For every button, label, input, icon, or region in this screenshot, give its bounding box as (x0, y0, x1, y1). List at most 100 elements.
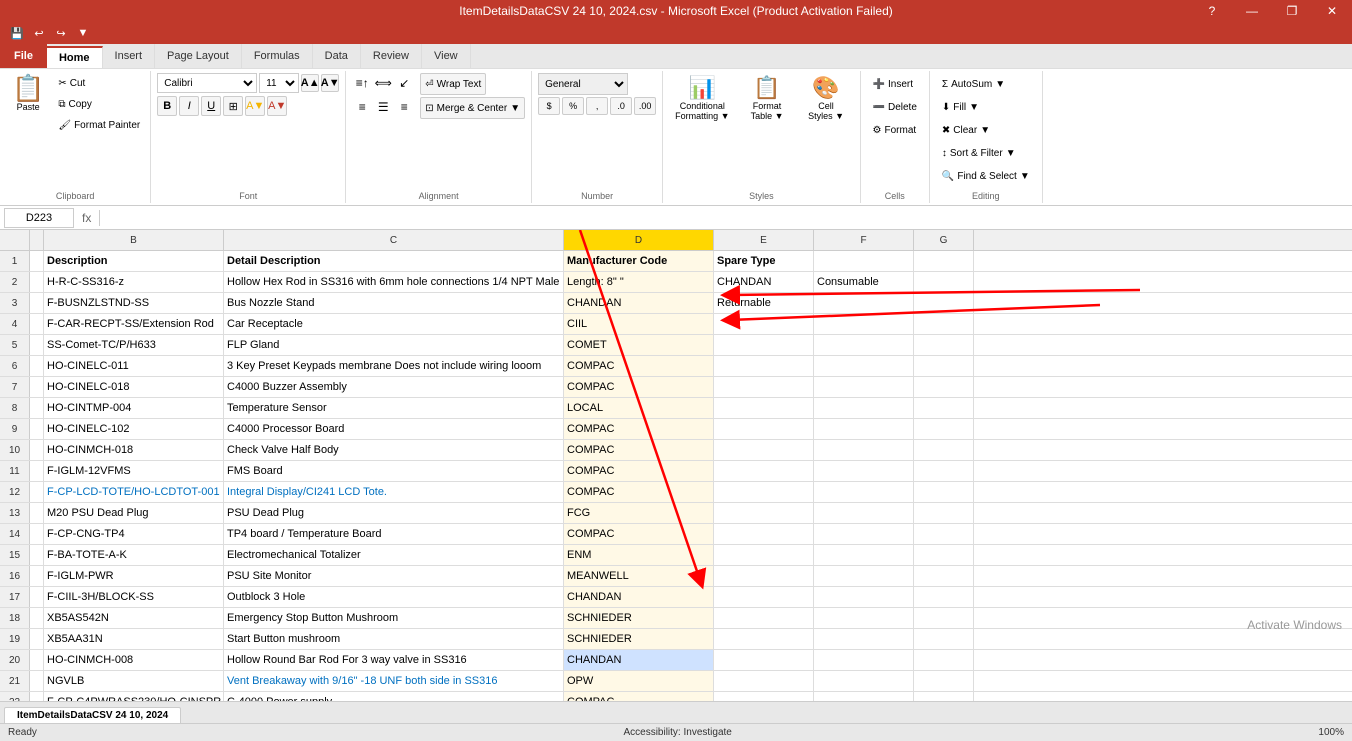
cell[interactable]: COMPAC (564, 356, 714, 376)
cell[interactable]: F-BUSNZLSTND-SS (44, 293, 224, 313)
cell[interactable] (814, 356, 914, 376)
col-header-e[interactable]: E (714, 230, 814, 250)
cell[interactable]: M20 PSU Dead Plug (44, 503, 224, 523)
cell[interactable] (814, 482, 914, 502)
align-right[interactable]: ≡ (394, 97, 414, 117)
redo-quick-btn[interactable]: ↪ (52, 24, 70, 42)
cell[interactable] (914, 524, 974, 544)
cell[interactable]: Consumable (814, 272, 914, 292)
cell[interactable]: Electromechanical Totalizer (224, 545, 564, 565)
font-color-button[interactable]: A▼ (267, 96, 287, 116)
cell[interactable]: MEANWELL (564, 566, 714, 586)
col-header-d[interactable]: D (564, 230, 714, 250)
cut-button[interactable]: ✂ Cut (54, 73, 144, 93)
cell[interactable]: LOCAL (564, 398, 714, 418)
cell[interactable] (714, 671, 814, 691)
italic-button[interactable]: I (179, 96, 199, 116)
cell[interactable]: Hollow Hex Rod in SS316 with 6mm hole co… (224, 272, 564, 292)
cell[interactable] (914, 671, 974, 691)
cell[interactable]: Manufacturer Code (564, 251, 714, 271)
cell[interactable] (714, 608, 814, 628)
cell[interactable] (30, 440, 44, 460)
cell[interactable] (914, 482, 974, 502)
align-top-left[interactable]: ≡↑ (352, 73, 372, 93)
decrease-decimal[interactable]: .00 (634, 97, 656, 115)
format-table-button[interactable]: 📋 FormatTable ▼ (740, 73, 795, 123)
cell[interactable] (30, 629, 44, 649)
cell[interactable] (714, 629, 814, 649)
cell[interactable]: F-IGLM-PWR (44, 566, 224, 586)
cell[interactable] (914, 335, 974, 355)
cell[interactable] (914, 314, 974, 334)
cell[interactable] (814, 377, 914, 397)
cell[interactable] (914, 272, 974, 292)
fill-button[interactable]: ⬇ Fill▼ (936, 96, 1036, 118)
cell[interactable] (714, 566, 814, 586)
cell[interactable] (714, 314, 814, 334)
sort-filter-button[interactable]: ↕ Sort & Filter▼ (936, 142, 1036, 164)
cell[interactable]: C-4000 Power supply (224, 692, 564, 701)
cell[interactable]: COMPAC (564, 692, 714, 701)
comma-button[interactable]: , (586, 97, 608, 115)
cell[interactable]: ENM (564, 545, 714, 565)
align-left[interactable]: ≡ (352, 97, 372, 117)
cell[interactable] (914, 545, 974, 565)
conditional-formatting-button[interactable]: 📊 ConditionalFormatting ▼ (669, 73, 735, 123)
cell[interactable]: Emergency Stop Button Mushroom (224, 608, 564, 628)
cell[interactable]: CHANDAN (564, 587, 714, 607)
paste-button[interactable]: 📋 Paste (6, 73, 50, 114)
cell[interactable] (30, 251, 44, 271)
find-select-button[interactable]: 🔍 Find & Select▼ (936, 165, 1036, 187)
insert-cell-button[interactable]: ➕ Insert (867, 73, 923, 95)
cell[interactable]: CHANDAN (564, 293, 714, 313)
cell[interactable]: FLP Gland (224, 335, 564, 355)
cell-reference-input[interactable] (4, 208, 74, 228)
cell[interactable] (814, 629, 914, 649)
delete-cell-button[interactable]: ➖ Delete (867, 96, 923, 118)
cell[interactable]: Returnable (714, 293, 814, 313)
file-tab[interactable]: File (0, 44, 47, 68)
cell[interactable]: HO-CINMCH-008 (44, 650, 224, 670)
cell[interactable]: XB5AA31N (44, 629, 224, 649)
col-header-c[interactable]: C (224, 230, 564, 250)
close-button[interactable]: ✕ (1312, 0, 1352, 22)
cell[interactable]: COMPAC (564, 377, 714, 397)
cell[interactable] (30, 587, 44, 607)
format-cell-button[interactable]: ⚙ Format (867, 119, 923, 141)
insert-tab[interactable]: Insert (103, 44, 156, 68)
cell[interactable]: FCG (564, 503, 714, 523)
cell[interactable] (914, 356, 974, 376)
cell[interactable] (814, 251, 914, 271)
cell[interactable] (814, 587, 914, 607)
cell[interactable] (914, 440, 974, 460)
cell[interactable] (814, 692, 914, 701)
format-painter-button[interactable]: 🖌 Format Painter (54, 115, 144, 135)
cell[interactable] (30, 482, 44, 502)
cell[interactable]: NGVLB (44, 671, 224, 691)
cell[interactable]: Check Valve Half Body (224, 440, 564, 460)
review-tab[interactable]: Review (361, 44, 422, 68)
cell[interactable] (914, 650, 974, 670)
cell[interactable]: Hollow Round Bar Rod For 3 way valve in … (224, 650, 564, 670)
cell[interactable]: Outblock 3 Hole (224, 587, 564, 607)
cell[interactable]: Vent Breakaway with 9/16" -18 UNF both s… (224, 671, 564, 691)
cell[interactable]: F-CIIL-3H/BLOCK-SS (44, 587, 224, 607)
cell[interactable] (30, 524, 44, 544)
cell[interactable] (914, 503, 974, 523)
cell[interactable]: OPW (564, 671, 714, 691)
cell[interactable] (30, 377, 44, 397)
cell[interactable] (914, 461, 974, 481)
font-name-select[interactable]: Calibri (157, 73, 257, 93)
cell[interactable] (814, 335, 914, 355)
merge-center-button[interactable]: ⊡ Merge & Center ▼ (420, 97, 525, 119)
cell[interactable] (714, 419, 814, 439)
cell[interactable] (30, 692, 44, 701)
cell[interactable] (30, 671, 44, 691)
view-tab[interactable]: View (422, 44, 471, 68)
cell[interactable] (914, 398, 974, 418)
cell[interactable]: COMPAC (564, 419, 714, 439)
cell[interactable] (714, 398, 814, 418)
cell[interactable]: Detail Description (224, 251, 564, 271)
wrap-text-button[interactable]: ⏎ Wrap Text (420, 73, 486, 95)
cell[interactable] (30, 272, 44, 292)
